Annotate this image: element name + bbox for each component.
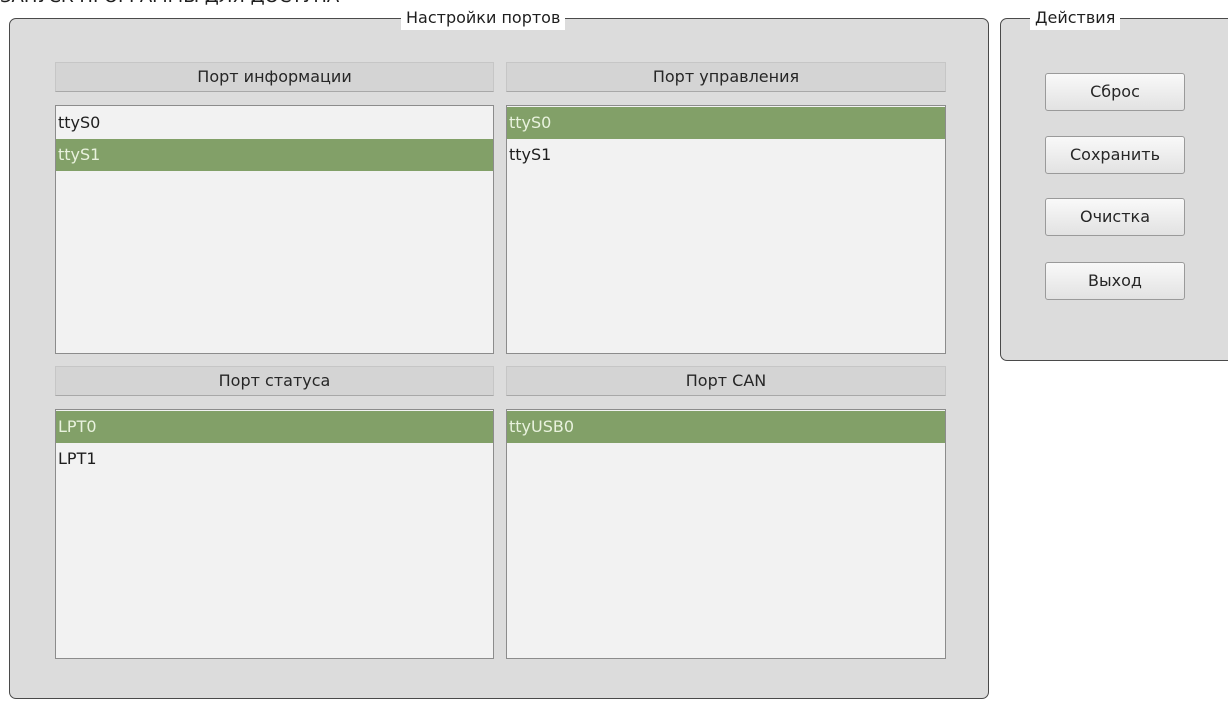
control-port-header: Порт управления [506, 62, 946, 92]
can-port-header: Порт CAN [506, 366, 946, 396]
control-port-list[interactable]: ttyS0 ttyS1 [506, 105, 946, 354]
list-item[interactable]: LPT0 [56, 411, 493, 443]
list-item[interactable]: LPT1 [56, 443, 493, 475]
list-item[interactable]: ttyS0 [56, 107, 493, 139]
actions-title: Действия [1030, 6, 1121, 30]
status-port-header: Порт статуса [55, 366, 494, 396]
list-item[interactable]: ttyS1 [56, 139, 493, 171]
list-item[interactable]: ttyS0 [507, 107, 945, 139]
clipped-caption-text: ЗАПУСК ПРОГРАММЫ ДЛЯ ДОСТУПА [0, 0, 339, 8]
list-item[interactable]: ttyS1 [507, 139, 945, 171]
list-item[interactable]: ttyUSB0 [507, 411, 945, 443]
ports-settings-title: Настройки портов [401, 6, 566, 30]
save-button[interactable]: Сохранить [1045, 136, 1185, 174]
status-port-list[interactable]: LPT0 LPT1 [55, 409, 494, 659]
info-port-list[interactable]: ttyS0 ttyS1 [55, 105, 494, 354]
can-port-list[interactable]: ttyUSB0 [506, 409, 946, 659]
info-port-header: Порт информации [55, 62, 494, 92]
exit-button[interactable]: Выход [1045, 262, 1185, 300]
actions-group: Действия [1000, 6, 1228, 361]
clear-button[interactable]: Очистка [1045, 198, 1185, 236]
reset-button[interactable]: Сброс [1045, 73, 1185, 111]
